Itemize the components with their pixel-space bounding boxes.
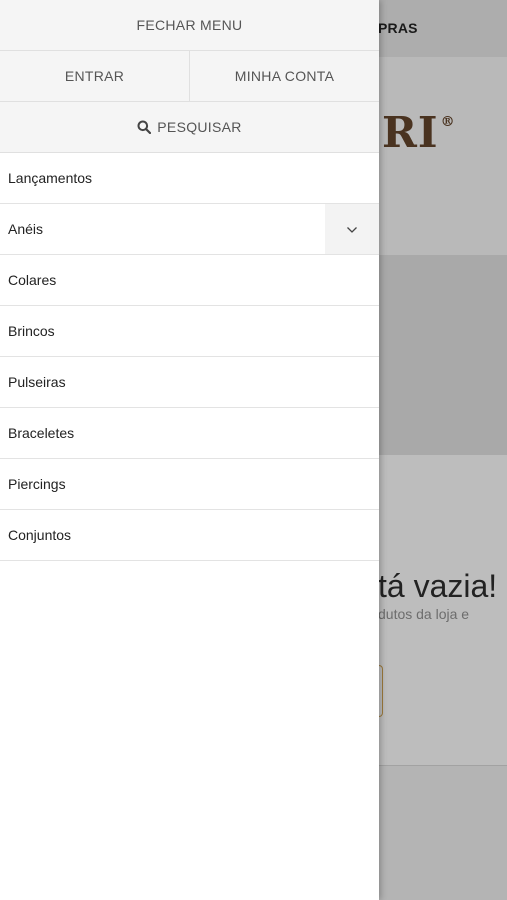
side-menu-drawer: FECHAR MENU ENTRAR MINHA CONTA PESQUISAR… bbox=[0, 0, 379, 900]
close-menu-button[interactable]: FECHAR MENU bbox=[0, 0, 379, 51]
my-account-button[interactable]: MINHA CONTA bbox=[189, 51, 379, 101]
header-cart-label: PRAS bbox=[378, 20, 418, 36]
empty-cart-title: tá vazia! bbox=[378, 568, 498, 604]
empty-cart-subtitle: dutos da loja e bbox=[378, 606, 470, 622]
menu-item-label: Colares bbox=[8, 272, 57, 288]
login-button[interactable]: ENTRAR bbox=[0, 51, 189, 101]
menu-item-piercings[interactable]: Piercings bbox=[0, 459, 379, 510]
menu-item-lancamentos[interactable]: Lançamentos bbox=[0, 153, 379, 204]
account-buttons-row: ENTRAR MINHA CONTA bbox=[0, 51, 379, 102]
menu-item-label: Braceletes bbox=[8, 425, 75, 441]
brand-logo: RI ® bbox=[382, 108, 456, 157]
category-menu-list: Lançamentos Anéis Colares Brincos Pulsei… bbox=[0, 153, 379, 561]
menu-item-label: Brincos bbox=[8, 323, 55, 339]
menu-item-conjuntos[interactable]: Conjuntos bbox=[0, 510, 379, 561]
search-button-label: PESQUISAR bbox=[157, 119, 242, 135]
chevron-down-icon bbox=[346, 221, 358, 237]
search-button[interactable]: PESQUISAR bbox=[0, 102, 379, 153]
menu-item-braceletes[interactable]: Braceletes bbox=[0, 408, 379, 459]
menu-item-pulseiras[interactable]: Pulseiras bbox=[0, 357, 379, 408]
menu-item-label: Pulseiras bbox=[8, 374, 66, 390]
brand-logo-text: RI bbox=[382, 108, 439, 157]
search-icon bbox=[137, 120, 152, 134]
menu-item-label: Piercings bbox=[8, 476, 66, 492]
registered-mark: ® bbox=[440, 114, 456, 130]
menu-item-label: Lançamentos bbox=[8, 170, 93, 186]
menu-item-colares[interactable]: Colares bbox=[0, 255, 379, 306]
menu-item-label: Conjuntos bbox=[8, 527, 72, 543]
menu-item-aneis[interactable]: Anéis bbox=[0, 204, 379, 255]
expand-submenu-button[interactable] bbox=[325, 204, 379, 254]
menu-item-brincos[interactable]: Brincos bbox=[0, 306, 379, 357]
menu-item-label: Anéis bbox=[8, 221, 44, 237]
